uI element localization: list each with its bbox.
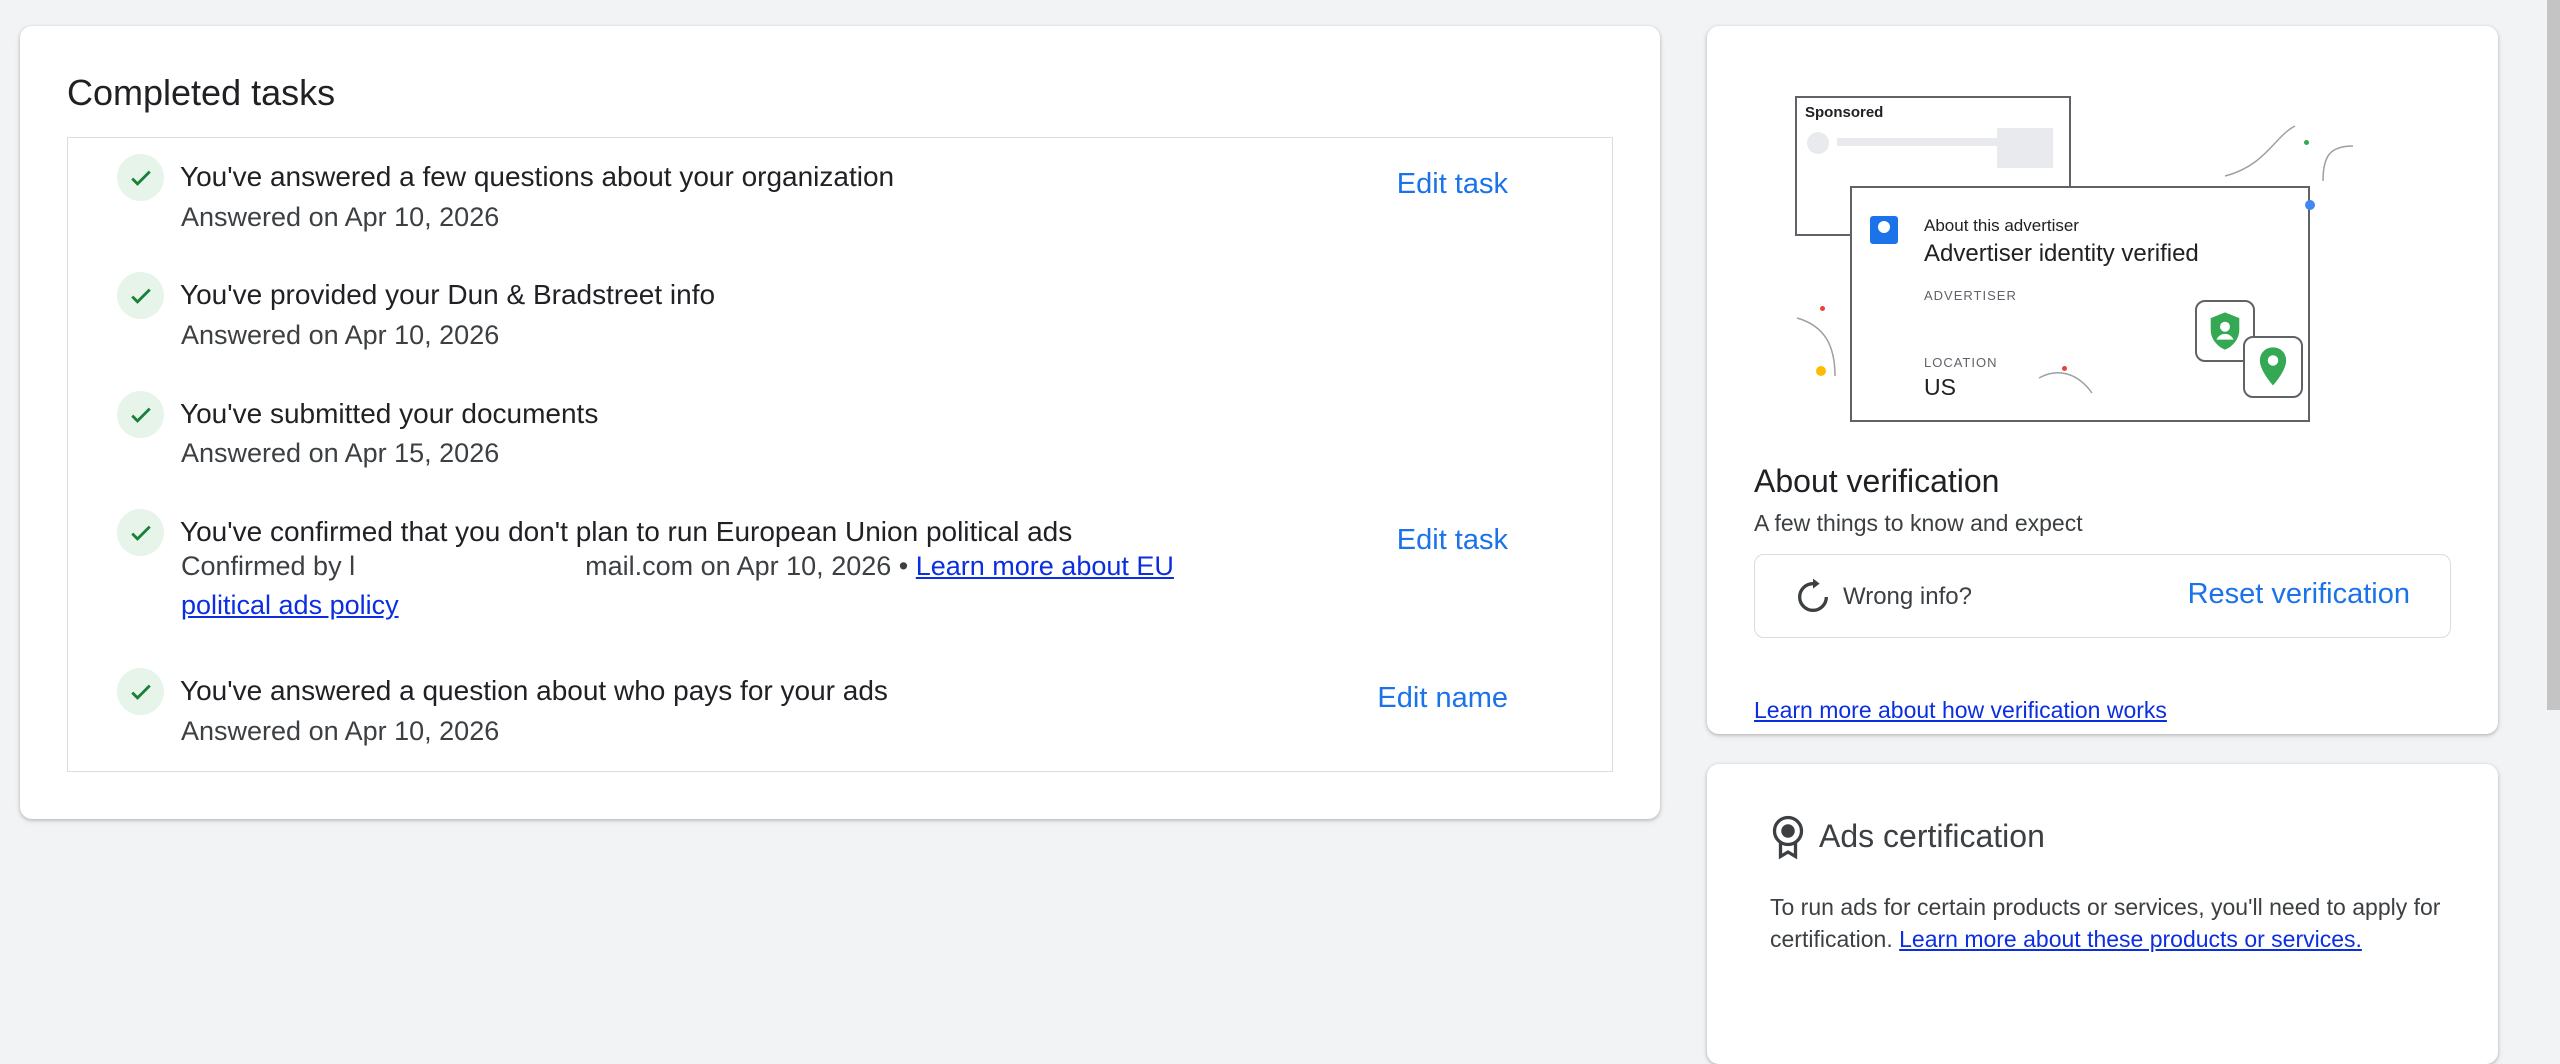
decorative-dot: [2304, 140, 2309, 145]
ad-image-placeholder: [1997, 128, 2053, 168]
task-title: You've confirmed that you don't plan to …: [180, 516, 1073, 547]
ad-avatar-placeholder: [1807, 132, 1829, 154]
edit-name-button[interactable]: Edit name: [1377, 682, 1508, 715]
task-item-eu-political-ads: You've confirmed that you don't plan to …: [68, 494, 1612, 654]
completed-tasks-title: Completed tasks: [67, 72, 336, 113]
location-field-label: LOCATION: [1924, 355, 1998, 370]
task-item-dun-bradstreet: You've provided your Dun & Bradstreet in…: [68, 258, 1612, 376]
decorative-dot: [2062, 366, 2067, 371]
task-date: Answered on Apr 10, 2026: [181, 716, 500, 746]
task-title: You've answered a few questions about yo…: [180, 161, 895, 192]
redacted-email: [355, 556, 586, 579]
sponsored-label: Sponsored: [1805, 104, 1884, 121]
location-value: US: [1924, 374, 1956, 400]
confirmed-email-date: mail.com on Apr 10, 2026 •: [585, 551, 909, 581]
task-list: You've answered a few questions about yo…: [67, 137, 1613, 772]
completed-tasks-card: Completed tasks You've answered a few qu…: [20, 26, 1660, 819]
check-icon: [117, 272, 164, 319]
advertiser-field-label: ADVERTISER: [1924, 288, 2017, 303]
decorative-dot: [1820, 306, 1825, 311]
check-icon: [117, 154, 164, 201]
decorative-squiggle: [2224, 125, 2354, 182]
task-date: Answered on Apr 10, 2026: [181, 320, 500, 350]
task-item-documents: You've submitted your documents Answered…: [68, 376, 1612, 494]
decorative-dot: [1816, 366, 1826, 376]
check-icon: [117, 391, 164, 438]
task-date: Answered on Apr 15, 2026: [181, 438, 500, 468]
ads-certification-title: Ads certification: [1819, 818, 2045, 854]
confirmed-by-label: Confirmed by l: [181, 551, 356, 581]
task-date: Answered on Apr 10, 2026: [181, 202, 500, 232]
verification-illustration: Sponsored About this advertiser Advertis…: [1795, 76, 2355, 426]
learn-more-verification-link[interactable]: Learn more about how verification works: [1754, 697, 2167, 724]
task-item-organization: You've answered a few questions about yo…: [68, 138, 1612, 258]
task-confirmation-text: Confirmed by l mail.com on Apr 10, 2026 •…: [181, 547, 1241, 625]
decorative-curve: [1796, 317, 1836, 377]
ads-certification-text: To run ads for certain products or servi…: [1770, 891, 2450, 955]
learn-more-products-link[interactable]: Learn more about these products or servi…: [1899, 926, 2362, 952]
check-icon: [117, 509, 164, 556]
decorative-dot: [2305, 200, 2315, 210]
task-title: You've provided your Dun & Bradstreet in…: [180, 279, 716, 310]
advertiser-profile-icon: [1870, 216, 1898, 244]
page-scrollbar[interactable]: [2547, 0, 2560, 710]
about-verification-card: Sponsored About this advertiser Advertis…: [1707, 26, 2498, 734]
task-title: You've answered a question about who pay…: [180, 675, 888, 706]
task-title: You've submitted your documents: [180, 398, 599, 429]
edit-task-button[interactable]: Edit task: [1397, 168, 1508, 201]
about-verification-title: About verification: [1754, 463, 2000, 499]
ad-text-placeholder: [1837, 138, 1997, 146]
ads-certification-card: Ads certification To run ads for certain…: [1707, 764, 2498, 1064]
identity-verified-label: Advertiser identity verified: [1924, 240, 2199, 267]
wrong-info-box: Wrong info? Reset verification: [1754, 554, 2451, 638]
decorative-curve-small: [2038, 372, 2093, 394]
task-item-who-pays: You've answered a question about who pay…: [68, 654, 1612, 772]
check-icon: [117, 668, 164, 715]
refresh-icon: [1798, 578, 1828, 612]
about-advertiser-label: About this advertiser: [1924, 216, 2079, 235]
reset-verification-button[interactable]: Reset verification: [2188, 578, 2410, 611]
wrong-info-label: Wrong info?: [1843, 583, 1972, 610]
edit-task-button[interactable]: Edit task: [1397, 524, 1508, 557]
about-verification-subtitle: A few things to know and expect: [1754, 510, 2083, 536]
location-pin-icon: [2243, 336, 2303, 398]
award-badge-icon: [1772, 815, 1804, 860]
